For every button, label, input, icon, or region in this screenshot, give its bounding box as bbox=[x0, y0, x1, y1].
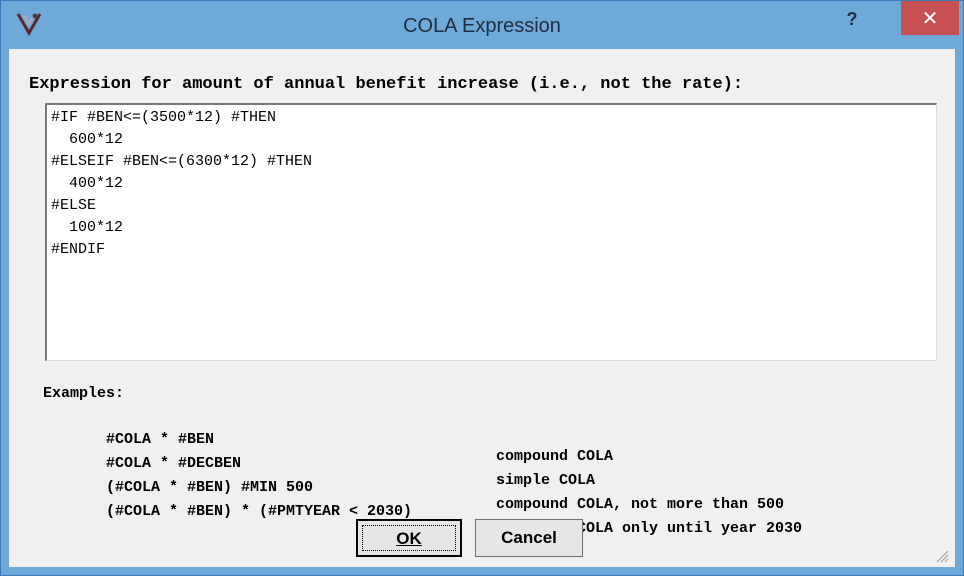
example-row: #COLA * #DECBEN simple COLA bbox=[9, 438, 595, 489]
example-row: (#COLA * #BEN) * (#PMTYEAR < 2030) compo… bbox=[9, 486, 802, 537]
close-button[interactable]: ✕ bbox=[901, 1, 959, 35]
example-expression: #COLA * #BEN bbox=[106, 431, 215, 448]
example-row: (#COLA * #BEN) #MIN 500 compound COLA, n… bbox=[9, 462, 784, 513]
example-expression: (#COLA * #BEN) #MIN 500 bbox=[106, 479, 314, 496]
window-title: COLA Expression bbox=[403, 15, 561, 37]
resize-grip-icon[interactable] bbox=[935, 549, 949, 563]
dialog-body: Expression for amount of annual benefit … bbox=[9, 49, 955, 567]
examples-label: Examples: bbox=[43, 385, 125, 402]
help-button[interactable]: ? bbox=[837, 9, 867, 35]
expression-prompt: Expression for amount of annual benefit … bbox=[29, 75, 744, 94]
example-expression: #COLA * #DECBEN bbox=[106, 455, 242, 472]
example-description: simple COLA bbox=[496, 472, 596, 489]
title-bar[interactable]: COLA Expression ? ✕ bbox=[1, 1, 963, 49]
example-description: compound COLA bbox=[496, 448, 614, 465]
ok-button-label: OK bbox=[362, 525, 456, 551]
expression-text[interactable]: #IF #BEN<=(3500*12) #THEN 600*12 #ELSEIF… bbox=[47, 105, 936, 263]
cancel-button[interactable]: Cancel bbox=[475, 519, 583, 557]
ok-button[interactable]: OK bbox=[356, 519, 462, 557]
expression-editor[interactable]: #IF #BEN<=(3500*12) #THEN 600*12 #ELSEIF… bbox=[45, 103, 937, 361]
example-expression: (#COLA * #BEN) * (#PMTYEAR < 2030) bbox=[106, 503, 413, 520]
example-row: #COLA * #BEN compound COLA bbox=[9, 414, 613, 465]
example-description: compound COLA, not more than 500 bbox=[496, 496, 785, 513]
cola-expression-dialog: COLA Expression ? ✕ Expression for amoun… bbox=[0, 0, 964, 576]
